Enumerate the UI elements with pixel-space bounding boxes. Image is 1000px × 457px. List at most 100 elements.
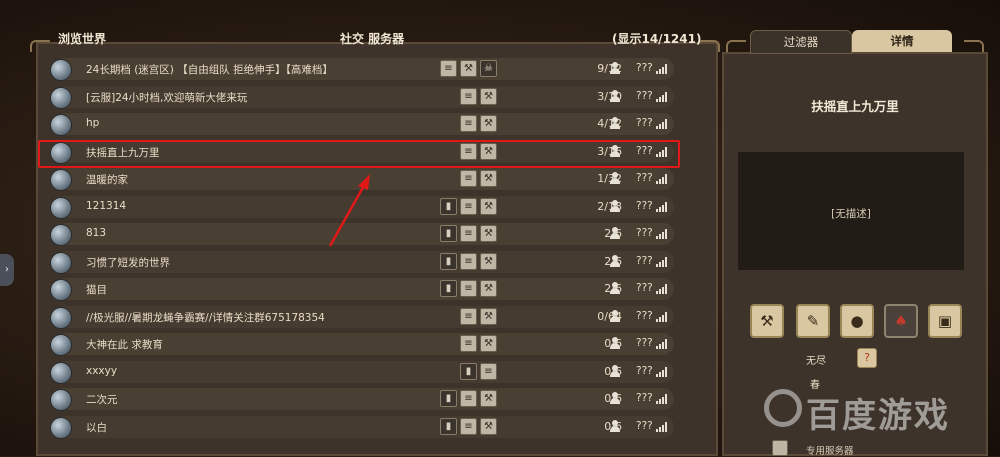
server-row[interactable]: hp 4/12??? ≡ ⚒: [40, 111, 676, 139]
door-icon: ▮: [440, 280, 457, 297]
tag-icon[interactable]: ✎: [796, 304, 830, 338]
globe-icon: [50, 251, 72, 274]
globe-icon: [50, 169, 72, 191]
game-mode-icon: ?: [857, 348, 877, 368]
player-icon: [610, 199, 620, 212]
player-icon: [610, 62, 620, 74]
signal-bars-icon: [656, 421, 668, 432]
side-expand-tab[interactable]: ›: [0, 254, 14, 286]
server-tag-icons: ≡ ⚒: [460, 170, 497, 188]
server-row[interactable]: [云服]24小时档,欢迎萌新大佬来玩 3/10??? ≡ ⚒: [40, 84, 676, 112]
tab-details[interactable]: 详情: [852, 30, 952, 52]
player-icon: [610, 117, 620, 129]
server-tag-icons: ≡ ⚒: [460, 115, 497, 133]
signal-bars-icon: [656, 256, 668, 267]
server-count-display: (显示14/1241): [612, 32, 702, 46]
server-row[interactable]: //极光服//暑期龙蝇争霸赛//详情关注群675178354 0/64??? ≡ ⚒: [40, 304, 676, 332]
wrench-icon: ⚒: [480, 252, 497, 270]
player-icon: [610, 364, 620, 377]
selected-server-name: 扶摇直上九万里: [811, 99, 899, 114]
globe-icon: [50, 279, 72, 301]
header-corner-ornament: [30, 40, 50, 52]
wrench-icon: ⚒: [480, 225, 497, 242]
scroll-icon: ≡: [460, 307, 477, 325]
server-row[interactable]: 以白 0/6??? ▮ ≡ ⚒: [40, 414, 676, 442]
server-row[interactable]: 大神在此 求教育 0/6??? ≡ ⚒: [40, 331, 676, 359]
server-row[interactable]: 121314 2/18??? ▮ ≡ ⚒: [40, 194, 676, 222]
player-icon: [610, 392, 620, 404]
server-name: 大神在此 求教育: [86, 339, 163, 351]
server-name: 813: [86, 227, 107, 239]
server-row-background: [54, 415, 674, 438]
server-name: hp: [86, 117, 100, 129]
ping-text: ???: [636, 364, 653, 377]
server-tag-icons: ▮ ≡ ⚒: [440, 252, 497, 271]
server-row[interactable]: 温暖的家 1/32??? ≡ ⚒: [40, 166, 676, 194]
bomb-icon[interactable]: ●: [840, 304, 874, 338]
details-corner-ornament-right: [964, 40, 984, 52]
signal-bars-icon: [656, 394, 668, 404]
server-list-header: 浏览世界 社交 服务器 (显示14/1241): [30, 22, 720, 52]
globe-icon: [50, 196, 72, 219]
server-row-background: [54, 195, 674, 218]
server-row[interactable]: 813 2/6??? ▮ ≡ ⚒: [40, 221, 676, 249]
details-corner-ornament: [726, 40, 746, 52]
door-icon[interactable]: ▣: [928, 304, 962, 338]
ping-text: ???: [636, 89, 653, 102]
globe-icon: [50, 334, 72, 356]
player-icon: [610, 282, 620, 294]
server-name: 二次元: [86, 394, 118, 406]
wrench-icon: ⚒: [480, 115, 497, 132]
server-name: //极光服//暑期龙蝇争霸赛//详情关注群675178354: [86, 311, 325, 324]
ping-text: ???: [636, 254, 653, 267]
server-row[interactable]: 猫目 2/6??? ▮ ≡ ⚒: [40, 276, 676, 304]
server-type-label: 专用服务器: [806, 446, 854, 457]
server-row[interactable]: xxxyy 0/6??? ▮ ≡: [40, 359, 676, 387]
server-row-background: [54, 360, 674, 383]
player-icon: [610, 254, 620, 267]
description-text: [无描述]: [831, 208, 871, 220]
server-tag-icons: ≡ ⚒: [460, 87, 497, 106]
wrench-icon: ⚒: [480, 390, 497, 407]
globe-icon: [50, 306, 72, 329]
wrench-icon[interactable]: ⚒: [750, 304, 784, 338]
server-row-background: [54, 388, 674, 410]
server-name: 以白: [86, 421, 107, 434]
category-title: 社交 服务器: [340, 32, 405, 46]
server-name: 121314: [86, 199, 127, 212]
server-row-background: [54, 278, 674, 300]
scroll-icon: ≡: [460, 87, 477, 105]
server-list: 24长期档 (迷宫区) 【自由组队 拒绝伸手】【高难档】 9/12??? ≡ ⚒ ☠ [云…: [40, 56, 676, 441]
server-row[interactable]: 24长期档 (迷宫区) 【自由组队 拒绝伸手】【高难档】 9/12??? ≡ ⚒ ☠: [40, 56, 676, 84]
signal-bars-icon: [656, 284, 668, 294]
globe-icon: [50, 114, 72, 136]
signal-bars-icon: [656, 201, 668, 212]
signal-bars-icon: [656, 174, 668, 184]
globe-icon: [50, 389, 72, 411]
dedicated-server-icon: [772, 440, 788, 456]
server-name: 猫目: [86, 284, 107, 296]
pvp-icon[interactable]: ♠: [884, 304, 918, 338]
door-icon: ▮: [440, 252, 457, 270]
player-icon: [610, 337, 620, 349]
server-row-background: [54, 168, 674, 190]
server-tag-icons: ▮ ≡ ⚒: [440, 225, 497, 243]
player-icon: [610, 172, 620, 184]
signal-bars-icon: [656, 339, 668, 349]
door-icon: ▮: [440, 225, 457, 242]
tab-filters[interactable]: 过滤器: [750, 30, 852, 54]
scroll-icon: ≡: [460, 390, 477, 407]
signal-bars-icon: [656, 119, 668, 129]
selected-row-highlight: [38, 140, 680, 168]
ping-text: ???: [636, 419, 653, 432]
server-tag-icons: ≡ ⚒: [460, 307, 497, 326]
ping-text: ???: [636, 199, 653, 212]
server-row[interactable]: 习惯了短发的世界 2/6??? ▮ ≡ ⚒: [40, 249, 676, 277]
server-tag-icons: ≡ ⚒: [460, 335, 497, 353]
ping-text: ???: [636, 117, 653, 129]
globe-icon: [50, 224, 72, 246]
scroll-icon: ≡: [460, 225, 477, 242]
ping-text: ???: [636, 282, 653, 294]
server-row[interactable]: 二次元 0/6??? ▮ ≡ ⚒: [40, 386, 676, 414]
skull-icon: ☠: [480, 60, 497, 77]
